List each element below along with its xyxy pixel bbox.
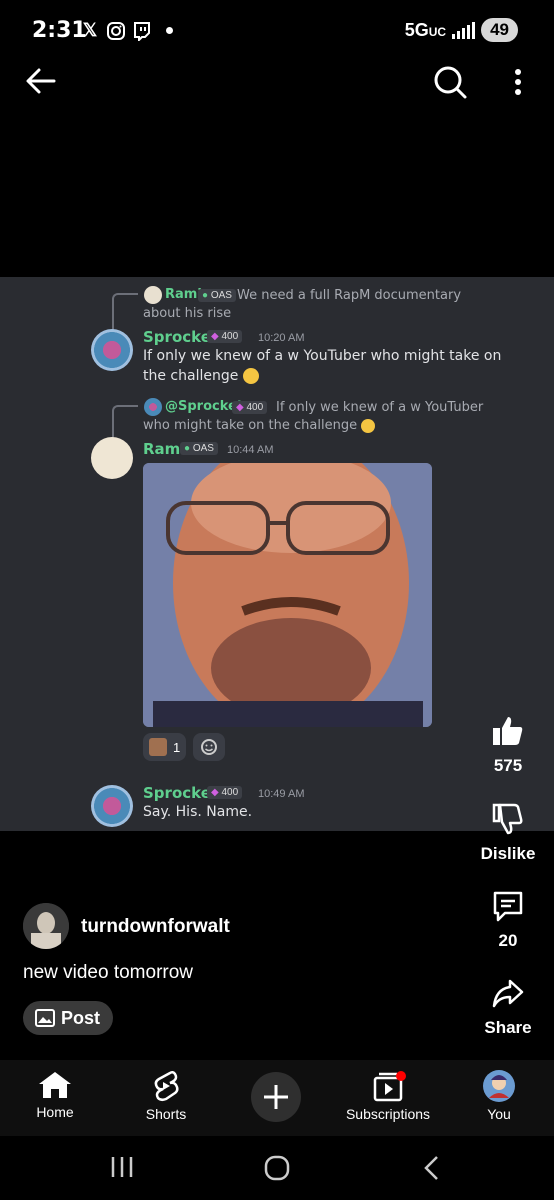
reply-author: Rami [165, 287, 202, 302]
share-button[interactable]: Share [470, 976, 546, 1038]
back-button[interactable] [22, 62, 60, 100]
channel-avatar[interactable] [23, 903, 69, 949]
search-icon [434, 66, 467, 99]
channel-name[interactable]: turndownforwalt [81, 916, 230, 938]
sprocket-small-avatar [144, 398, 162, 416]
role-tag: ◆ 400 [232, 401, 268, 414]
status-bar: 2:31 𝕏 5GUC 49 [0, 0, 554, 60]
image-post-icon [35, 1009, 55, 1027]
create-button[interactable] [251, 1072, 301, 1122]
more-options-button[interactable] [508, 64, 528, 100]
comment-count: 20 [498, 931, 518, 950]
more-notifications-dot [166, 27, 173, 34]
portrait-image [143, 463, 432, 727]
walt-emoji-icon [149, 738, 167, 756]
like-count: 575 [493, 756, 523, 775]
reaction-count: 1 [173, 739, 181, 755]
rami-avatar[interactable] [91, 437, 133, 479]
message-time: 10:44 AM [227, 444, 274, 456]
reply-text-cont: who might take on the challenge [143, 417, 376, 435]
post-chip[interactable]: Post [23, 1001, 114, 1035]
instagram-icon [107, 21, 125, 40]
rami-small-avatar [144, 286, 162, 304]
twitch-icon [134, 21, 150, 41]
system-navigation-bar [0, 1136, 554, 1200]
video-caption: new video tomorrow [23, 962, 194, 983]
nav-you[interactable]: You [444, 1070, 554, 1122]
reply-text: If only we knew of a w YouTuber [276, 400, 484, 415]
status-right: 5GUC 49 [405, 18, 518, 42]
role-tag: ● OAS [180, 442, 218, 455]
add-reaction-button[interactable] [193, 733, 225, 761]
nav-shorts[interactable]: Shorts [111, 1070, 221, 1122]
channel-avatar-image [23, 903, 69, 949]
dislike-button[interactable]: Dislike [470, 802, 546, 864]
more-vert-icon [515, 69, 521, 95]
home-icon [39, 1072, 71, 1098]
message-time: 10:20 AM [258, 332, 305, 344]
reaction-chip[interactable]: 1 [143, 733, 187, 761]
nav-shorts-label: Shorts [145, 1106, 187, 1122]
share-icon [492, 979, 524, 1008]
subscriptions-icon [373, 1071, 406, 1102]
message-text-cont: the challenge [143, 366, 259, 386]
shorts-icon [154, 1070, 179, 1102]
smiley-icon [201, 739, 217, 755]
sprocket-avatar[interactable] [91, 785, 133, 827]
profile-avatar-icon [483, 1070, 515, 1102]
signal-icon [452, 21, 476, 39]
search-button[interactable] [432, 64, 468, 100]
post-label: Post [61, 1007, 101, 1028]
nav-you-label: You [487, 1106, 511, 1122]
sprocket-avatar[interactable] [91, 329, 133, 371]
role-tag: ● OAS [198, 289, 236, 302]
like-button[interactable]: 575 [470, 714, 546, 776]
thinking-emoji-icon [361, 418, 376, 433]
x-app-icon: 𝕏 [82, 20, 98, 40]
nav-subscriptions-label: Subscriptions [345, 1106, 431, 1122]
bottom-nav: Home Shorts Subscriptions You [0, 1060, 554, 1136]
notification-badge [396, 1071, 406, 1081]
dislike-label: Dislike [480, 844, 536, 863]
thumbs-down-icon [492, 803, 523, 835]
image-attachment[interactable] [143, 463, 432, 727]
reply-text-cont: about his rise [143, 306, 232, 321]
nav-home[interactable]: Home [0, 1070, 110, 1120]
role-tag: ◆ 400 [207, 330, 243, 343]
plus-icon [264, 1085, 288, 1109]
battery-indicator: 49 [481, 18, 518, 42]
nav-home-label: Home [36, 1104, 74, 1120]
role-tag: ◆ 400 [207, 786, 243, 799]
comments-button[interactable]: 20 [470, 889, 546, 951]
notification-icons: 𝕏 [80, 20, 173, 41]
message-text: Say. His. Name. [143, 804, 253, 820]
thumbs-up-icon [493, 717, 523, 745]
status-time: 2:31 [32, 18, 87, 43]
share-label: Share [484, 1018, 532, 1037]
reply-text: We need a full RapM documentary [237, 288, 462, 303]
back-arrow-icon [26, 68, 56, 94]
message-time: 10:49 AM [258, 788, 305, 800]
recents-icon[interactable] [108, 1154, 136, 1180]
message-text: If only we knew of a w YouTuber who migh… [143, 348, 502, 364]
home-circle-icon[interactable] [263, 1154, 291, 1182]
nav-subscriptions[interactable]: Subscriptions [333, 1070, 443, 1122]
back-chevron-icon[interactable] [420, 1154, 444, 1182]
reply-connector [112, 293, 138, 333]
thinking-emoji-icon [242, 368, 259, 384]
comment-icon [493, 891, 523, 922]
network-type: 5GUC [404, 19, 447, 40]
